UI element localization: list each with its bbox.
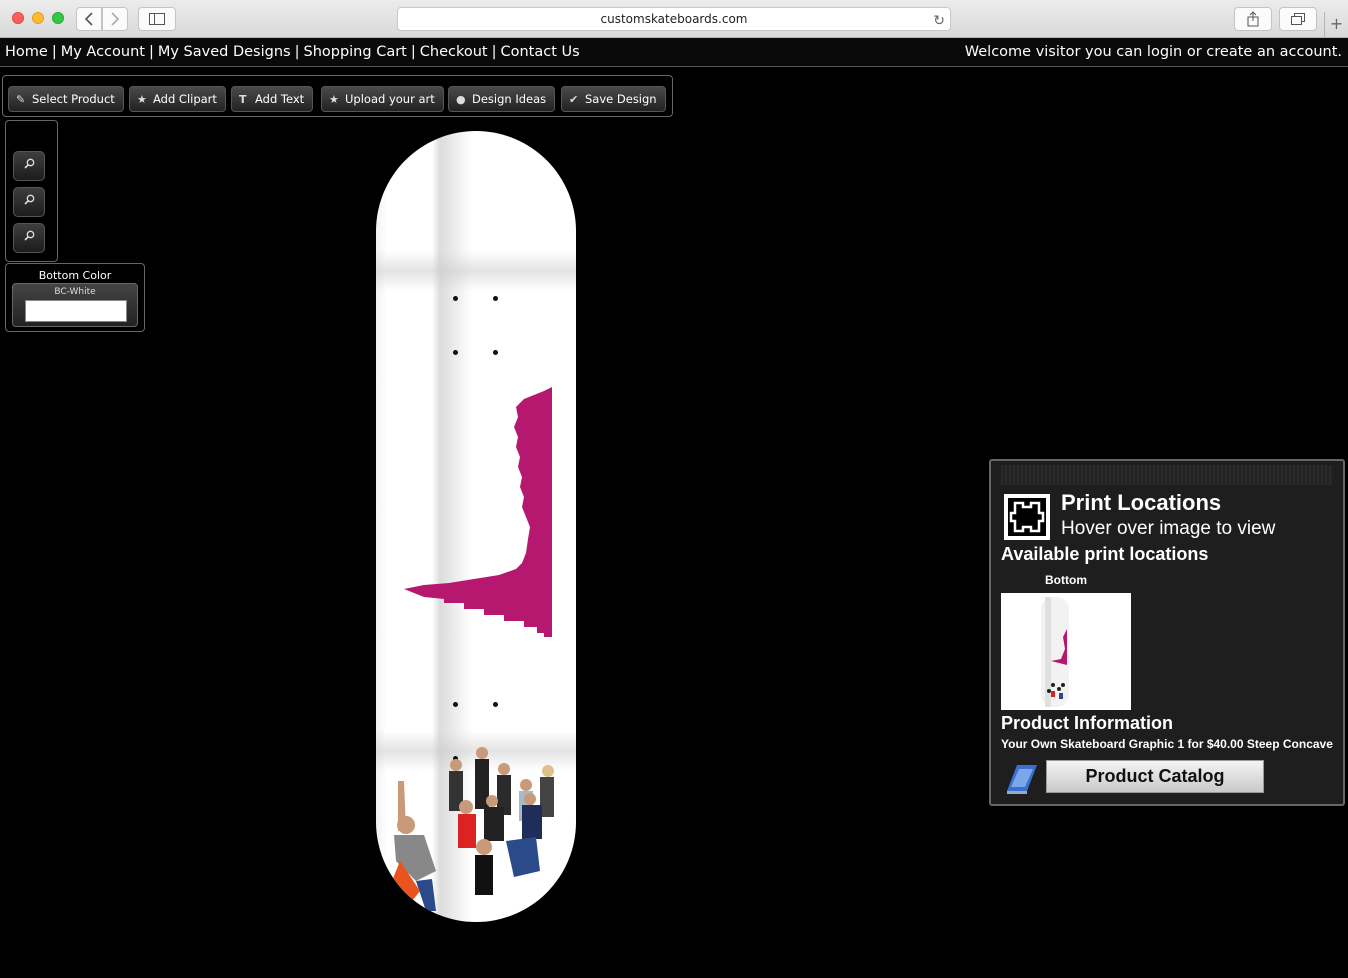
share-icon	[1247, 11, 1259, 27]
nav-cart-link[interactable]: Shopping Cart	[303, 44, 406, 60]
nav-contact-link[interactable]: Contact Us	[500, 44, 579, 60]
deck-shade	[376, 251, 576, 291]
add-clipart-label: Add Clipart	[153, 92, 217, 106]
select-product-label: Select Product	[32, 92, 115, 106]
bottom-color-selector[interactable]: BC-White	[12, 283, 138, 327]
design-ideas-label: Design Ideas	[472, 92, 547, 106]
star-icon: ★	[137, 93, 147, 106]
nav-separator: |	[491, 44, 497, 60]
nav-separator: |	[294, 44, 300, 60]
bulb-icon: ●	[456, 93, 466, 106]
print-location-icon	[1004, 494, 1050, 540]
chevron-right-icon	[111, 12, 120, 26]
bolt-hole	[453, 296, 458, 301]
nav-saved-designs-link[interactable]: My Saved Designs	[158, 44, 291, 60]
available-locations-heading: Available print locations	[1001, 544, 1209, 564]
add-clipart-button[interactable]: ★ Add Clipart	[129, 86, 226, 112]
sidebar-toggle-button[interactable]	[138, 7, 176, 31]
zoom-in-button[interactable]	[13, 151, 45, 181]
bottom-color-swatch[interactable]	[25, 300, 127, 322]
back-button[interactable]	[76, 7, 102, 31]
nav-my-account-link[interactable]: My Account	[61, 44, 145, 60]
panel-drag-handle[interactable]	[1001, 465, 1333, 485]
group-photo[interactable]	[376, 741, 576, 922]
browser-chrome: customskateboards.com ↻ +	[0, 0, 1348, 38]
reload-icon[interactable]: ↻	[933, 10, 945, 32]
upload-art-button[interactable]: ★ Upload your art	[321, 86, 444, 112]
site-nav: Home | My Account | My Saved Designs | Shoppin…	[0, 38, 1348, 67]
nav-checkout-link[interactable]: Checkout	[420, 44, 488, 60]
save-design-button[interactable]: ✔ Save Design	[561, 86, 666, 112]
close-window-button[interactable]	[12, 12, 24, 24]
pencil-icon: ✎	[16, 93, 26, 106]
zoom-out-button[interactable]	[13, 223, 45, 253]
bolt-hole	[453, 702, 458, 707]
product-description: Your Own Skateboard Graphic 1 for $40.00…	[1001, 737, 1333, 751]
share-button[interactable]	[1234, 7, 1272, 31]
nav-separator: |	[148, 44, 154, 60]
nav-links: Home | My Account | My Saved Designs | Shoppin…	[5, 44, 580, 60]
zoom-in-icon	[23, 158, 34, 169]
deck-thumbnail	[1041, 597, 1069, 707]
add-text-button[interactable]: T Add Text	[231, 86, 314, 112]
print-locations-panel: Print Locations Hover over image to view…	[989, 459, 1345, 806]
skateboard-deck-canvas[interactable]	[376, 131, 576, 922]
bottom-color-name: BC-White	[54, 287, 96, 297]
bottom-color-panel: Bottom Color BC-White	[5, 263, 145, 332]
bolt-hole	[493, 702, 498, 707]
nav-separator: |	[410, 44, 416, 60]
location-thumbnail[interactable]	[1001, 593, 1131, 710]
bottom-color-title: Bottom Color	[38, 269, 112, 282]
product-catalog-button[interactable]: Product Catalog	[1046, 760, 1264, 793]
select-product-button[interactable]: ✎ Select Product	[8, 86, 124, 112]
zoom-out-icon	[23, 230, 34, 241]
checkmark-icon: ✔	[569, 93, 579, 106]
location-label: Bottom	[1045, 573, 1087, 587]
zoom-reset-icon	[23, 194, 34, 205]
sidebar-icon	[149, 13, 165, 25]
minimize-window-button[interactable]	[32, 12, 44, 24]
zoom-reset-button[interactable]	[13, 187, 45, 217]
bolt-hole	[453, 350, 458, 355]
print-locations-subtitle: Hover over image to view	[1061, 518, 1276, 539]
url-text: customskateboards.com	[600, 12, 748, 26]
bolt-hole	[493, 350, 498, 355]
welcome-message[interactable]: Welcome visitor you can login or create …	[965, 44, 1342, 60]
tabs-icon	[1291, 13, 1305, 25]
text-icon: T	[239, 93, 247, 106]
zoom-controls	[5, 120, 58, 262]
product-info-heading: Product Information	[1001, 713, 1173, 733]
nav-home-link[interactable]: Home	[5, 44, 48, 60]
catalog-icon[interactable]	[1003, 761, 1039, 795]
zoom-window-button[interactable]	[52, 12, 64, 24]
design-ideas-button[interactable]: ● Design Ideas	[448, 86, 556, 112]
chevron-left-icon	[84, 12, 93, 26]
add-text-label: Add Text	[255, 92, 305, 106]
new-tab-button[interactable]: +	[1324, 12, 1348, 38]
bolt-hole	[493, 296, 498, 301]
design-toolbar: ✎ Select Product ★ Add Clipart T Add Text ★…	[2, 75, 673, 117]
save-design-label: Save Design	[585, 92, 657, 106]
forward-button[interactable]	[102, 7, 128, 31]
skyline-graphic[interactable]	[404, 387, 554, 639]
star-icon: ★	[329, 93, 339, 106]
print-locations-title: Print Locations	[1061, 490, 1222, 515]
tab-overview-button[interactable]	[1279, 7, 1317, 31]
address-bar[interactable]: customskateboards.com ↻	[397, 7, 951, 31]
nav-separator: |	[51, 44, 57, 60]
upload-art-label: Upload your art	[345, 92, 435, 106]
